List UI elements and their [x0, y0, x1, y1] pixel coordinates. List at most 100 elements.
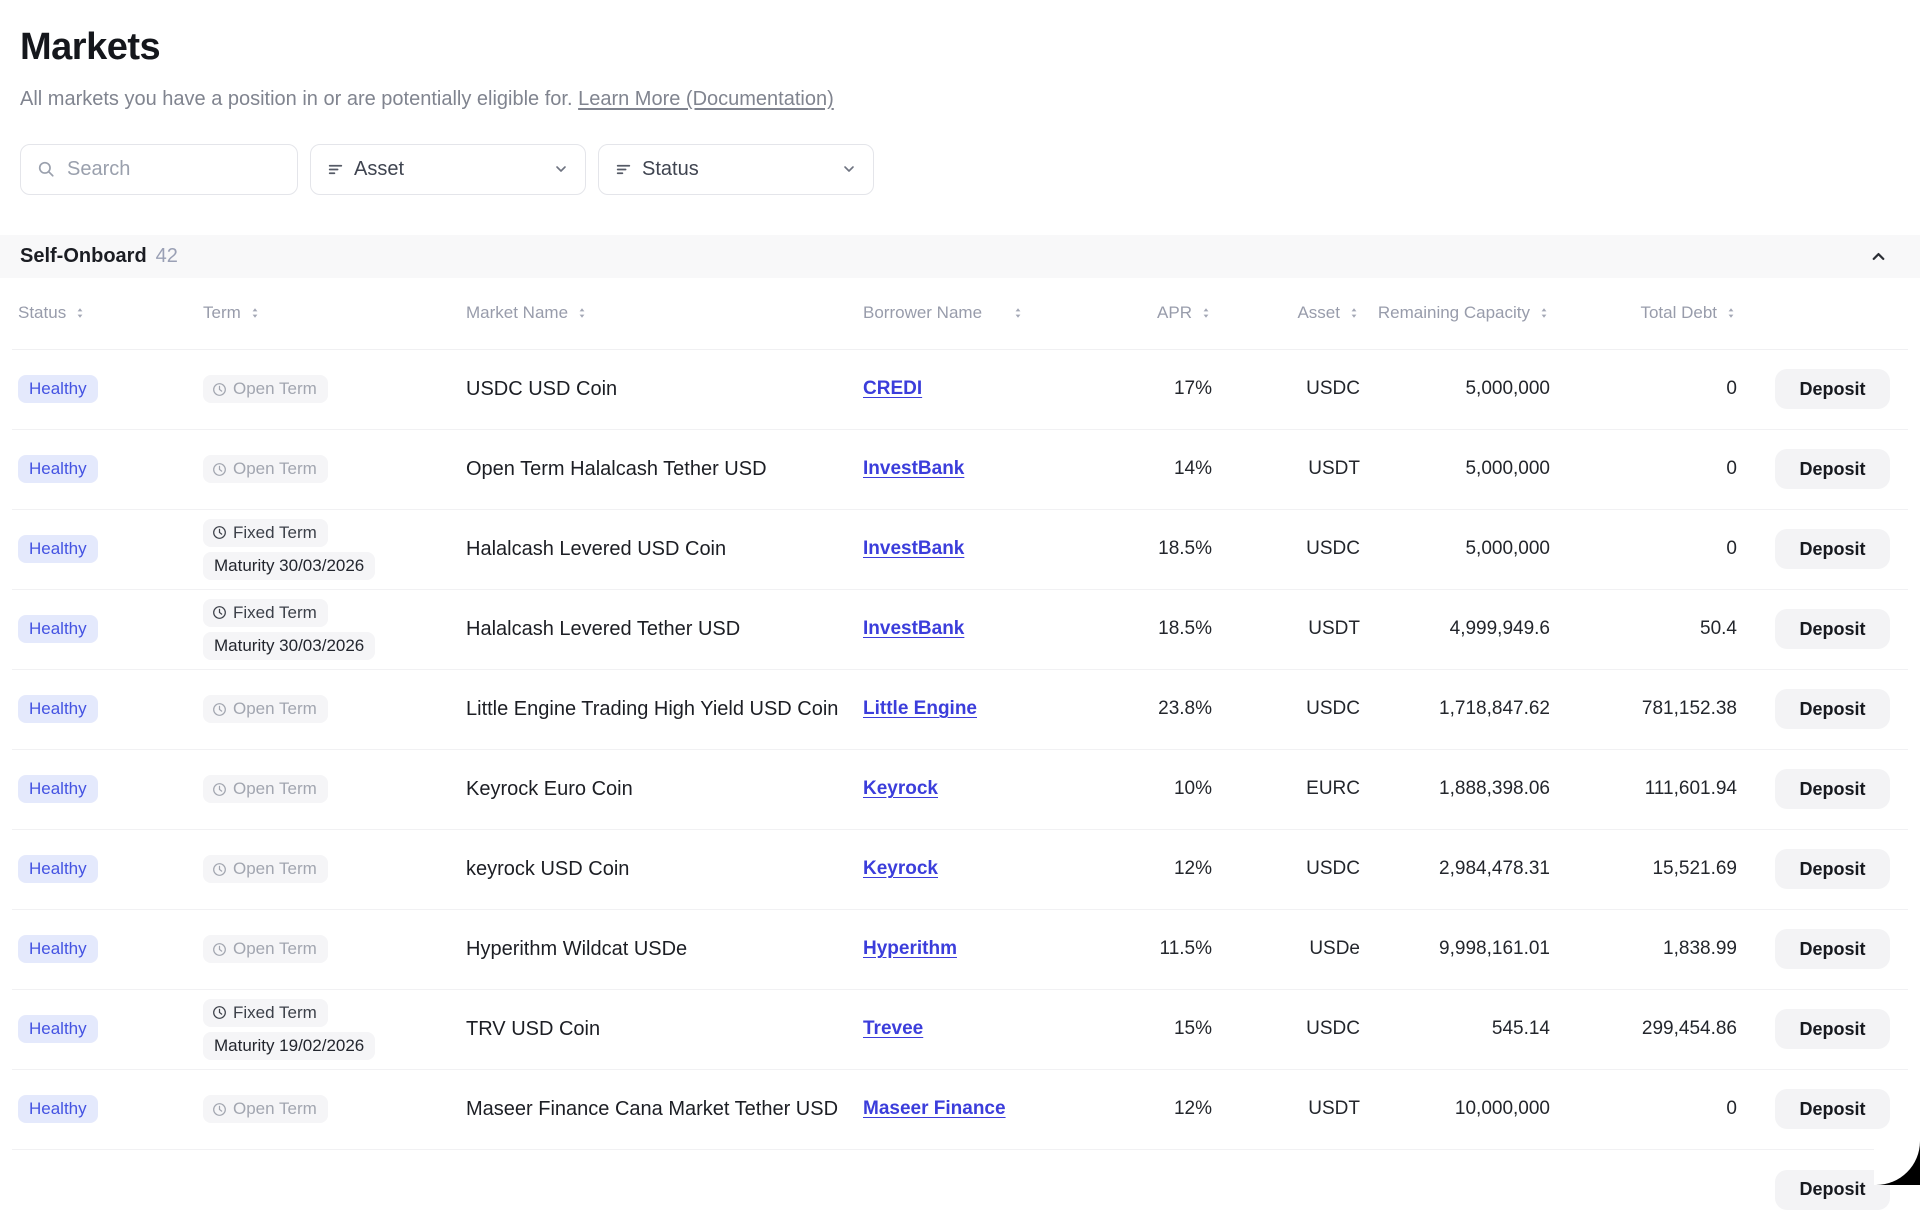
borrower-link[interactable]: Keyrock [863, 858, 938, 879]
table-header-row: Status Term Market Name Borrower Name AP… [12, 278, 1908, 350]
sort-icon [576, 307, 588, 319]
maturity-pill: Maturity 30/03/2026 [203, 632, 375, 660]
maturity-pill: Maturity 19/02/2026 [203, 1032, 375, 1060]
chevron-up-icon [1869, 247, 1888, 266]
market-name: Maseer Finance Cana Market Tether USD [466, 1098, 863, 1121]
status-badge: Healthy [18, 455, 98, 483]
column-header-total-debt[interactable]: Total Debt [1550, 303, 1737, 323]
deposit-button[interactable]: Deposit [1775, 689, 1890, 729]
table-row: Healthy Open Term Maseer Finance Cana Ma… [12, 1070, 1908, 1150]
borrower-link[interactable]: CREDI [863, 378, 922, 399]
column-header-remaining-capacity[interactable]: Remaining Capacity [1360, 303, 1550, 323]
status-filter-dropdown[interactable]: Status [598, 144, 874, 195]
apr-value: 15% [1085, 1018, 1212, 1040]
total-debt-value: 299,454.86 [1550, 1018, 1737, 1040]
borrower-link[interactable]: Trevee [863, 1018, 923, 1039]
column-header-asset[interactable]: Asset [1212, 303, 1360, 323]
sort-icon [1200, 307, 1212, 319]
total-debt-value: 111,601.94 [1550, 778, 1737, 800]
apr-value: 11.5% [1085, 938, 1212, 960]
table-body: Healthy Open Term USDC USD Coin CREDI 17… [12, 350, 1908, 1150]
asset-filter-dropdown[interactable]: Asset [310, 144, 586, 195]
clock-icon [212, 605, 227, 620]
total-debt-value: 0 [1550, 458, 1737, 480]
deposit-button[interactable]: Deposit [1775, 449, 1890, 489]
sort-icon [1538, 307, 1550, 319]
borrower-link[interactable]: Maseer Finance [863, 1098, 1006, 1119]
status-badge: Healthy [18, 695, 98, 723]
term-label: Fixed Term [233, 523, 317, 543]
total-debt-value: 0 [1550, 538, 1737, 560]
term-pill: Open Term [203, 1095, 328, 1123]
borrower-link[interactable]: InvestBank [863, 538, 964, 559]
page-title: Markets [20, 26, 1900, 70]
collapse-section-button[interactable] [1865, 243, 1892, 270]
column-header-term[interactable]: Term [203, 303, 466, 323]
subtitle-text: All markets you have a position in or ar… [20, 88, 573, 110]
deposit-button[interactable]: Deposit [1775, 769, 1890, 809]
borrower-link[interactable]: InvestBank [863, 618, 964, 639]
deposit-button[interactable]: Deposit [1775, 1009, 1890, 1049]
term-label: Open Term [233, 939, 317, 959]
market-name: Halalcash Levered Tether USD [466, 618, 863, 641]
markets-table: Status Term Market Name Borrower Name AP… [12, 278, 1908, 1230]
asset-value: EURC [1212, 778, 1360, 800]
term-label: Open Term [233, 379, 317, 399]
clock-icon [212, 1005, 227, 1020]
remaining-capacity-value: 2,984,478.31 [1360, 858, 1550, 880]
deposit-button[interactable]: Deposit [1775, 1089, 1890, 1129]
term-pill: Fixed Term [203, 599, 328, 627]
documentation-link[interactable]: Learn More (Documentation) [578, 88, 834, 110]
asset-value: USDT [1212, 458, 1360, 480]
filter-lines-icon [615, 161, 632, 178]
asset-filter-label: Asset [354, 158, 543, 181]
total-debt-value: 0 [1550, 1098, 1737, 1120]
market-name: USDC USD Coin [466, 378, 863, 401]
section-title: Self-Onboard [20, 245, 147, 268]
deposit-button[interactable]: Deposit [1775, 529, 1890, 569]
remaining-capacity-value: 1,888,398.06 [1360, 778, 1550, 800]
clock-icon [212, 702, 227, 717]
borrower-link[interactable]: Little Engine [863, 698, 977, 719]
clock-icon [212, 862, 227, 877]
market-name: Open Term Halalcash Tether USD [466, 458, 863, 481]
column-header-apr[interactable]: APR [1085, 303, 1212, 323]
borrower-link[interactable]: Keyrock [863, 778, 938, 799]
search-input[interactable] [65, 157, 281, 182]
column-header-market-name[interactable]: Market Name [466, 303, 863, 323]
total-debt-value: 50.4 [1550, 618, 1737, 640]
deposit-button[interactable]: Deposit [1775, 609, 1890, 649]
chevron-down-icon [841, 161, 857, 177]
deposit-button[interactable]: Deposit [1775, 1170, 1890, 1210]
column-header-status[interactable]: Status [18, 303, 203, 323]
term-pill: Open Term [203, 855, 328, 883]
market-name: TRV USD Coin [466, 1018, 863, 1041]
search-box[interactable] [20, 144, 298, 195]
term-pill: Open Term [203, 935, 328, 963]
term-label: Open Term [233, 859, 317, 879]
clock-icon [212, 525, 227, 540]
borrower-link[interactable]: InvestBank [863, 458, 964, 479]
apr-value: 14% [1085, 458, 1212, 480]
status-badge: Healthy [18, 1095, 98, 1123]
column-header-borrower-name[interactable]: Borrower Name [863, 303, 1085, 323]
remaining-capacity-value: 1,718,847.62 [1360, 698, 1550, 720]
status-badge: Healthy [18, 375, 98, 403]
asset-value: USDT [1212, 618, 1360, 640]
deposit-button[interactable]: Deposit [1775, 929, 1890, 969]
term-pill: Open Term [203, 695, 328, 723]
asset-value: USDC [1212, 698, 1360, 720]
deposit-button[interactable]: Deposit [1775, 369, 1890, 409]
total-debt-value: 1,838.99 [1550, 938, 1737, 960]
sort-icon [1012, 307, 1024, 319]
asset-value: USDC [1212, 858, 1360, 880]
table-row: Healthy Fixed Term Maturity 19/02/2026 T… [12, 990, 1908, 1070]
borrower-link[interactable]: Hyperithm [863, 938, 957, 959]
asset-value: USDC [1212, 538, 1360, 560]
table-row: Healthy Open Term Keyrock Euro Coin Keyr… [12, 750, 1908, 830]
deposit-button[interactable]: Deposit [1775, 849, 1890, 889]
total-debt-value: 15,521.69 [1550, 858, 1737, 880]
status-badge: Healthy [18, 615, 98, 643]
market-name: Halalcash Levered USD Coin [466, 538, 863, 561]
market-name: Little Engine Trading High Yield USD Coi… [466, 698, 863, 721]
